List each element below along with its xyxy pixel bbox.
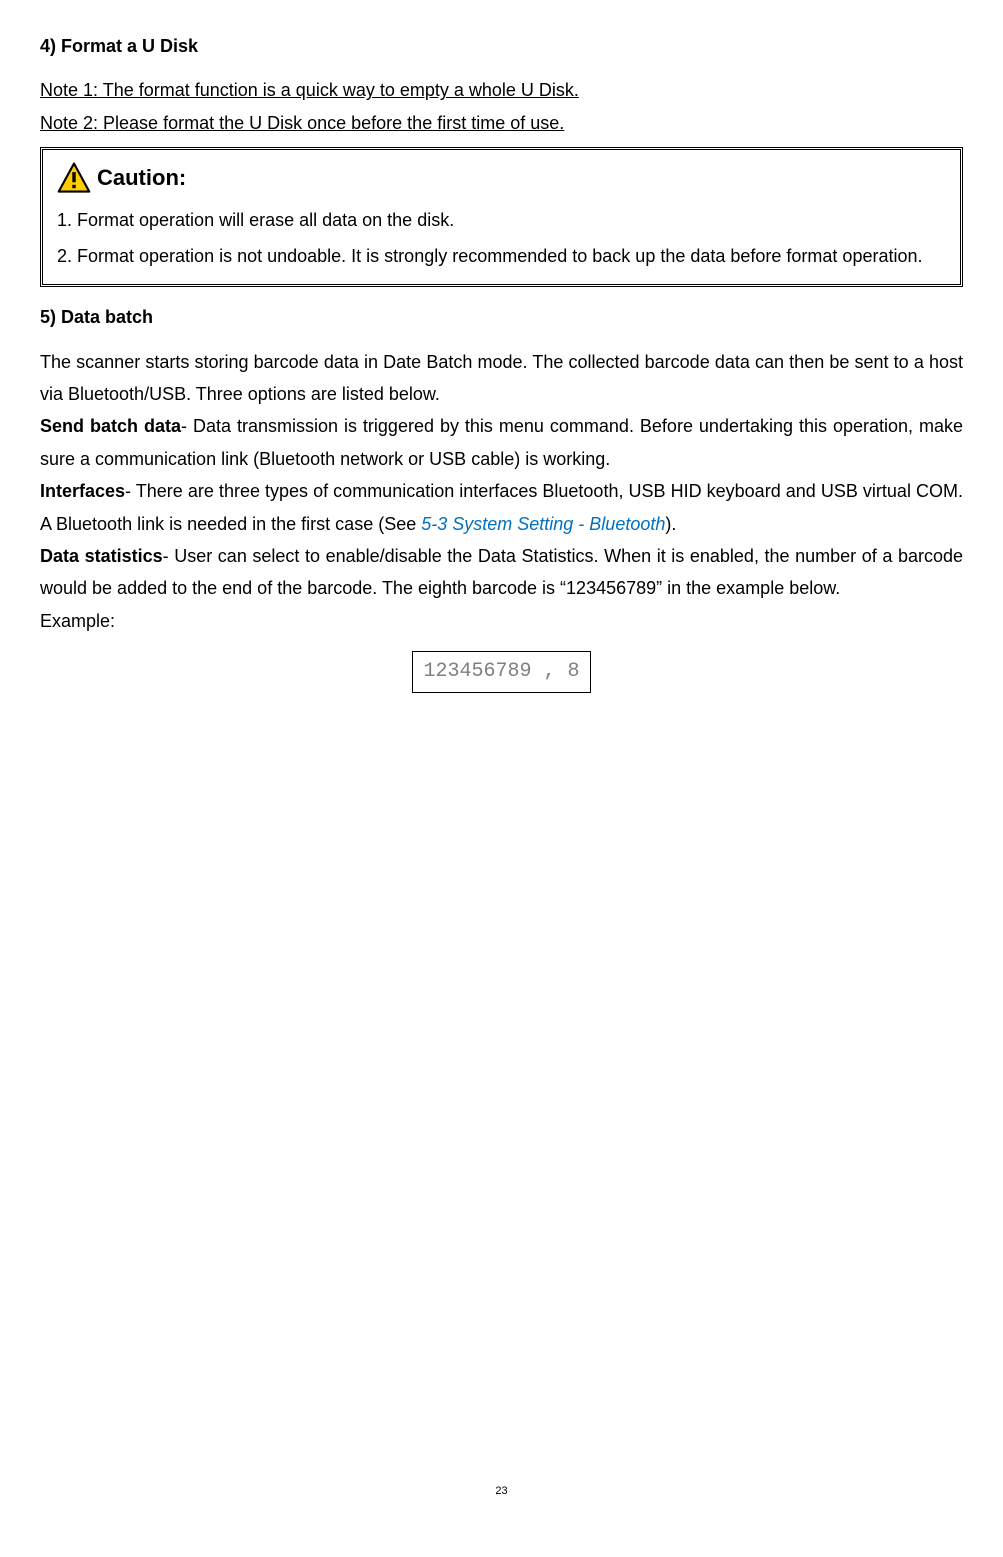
data-statistics-label: Data statistics (40, 546, 163, 566)
note-2: Note 2: Please format the U Disk once be… (40, 107, 963, 139)
caution-item-2: 2. Format operation is not undoable. It … (57, 238, 946, 274)
interfaces-link[interactable]: 5-3 System Setting - Bluetooth (421, 514, 665, 534)
caution-header: Caution: (57, 156, 946, 200)
interfaces-paragraph: Interfaces- There are three types of com… (40, 475, 963, 540)
send-batch-paragraph: Send batch data- Data transmission is tr… (40, 410, 963, 475)
interfaces-label: Interfaces (40, 481, 125, 501)
note-1: Note 1: The format function is a quick w… (40, 74, 963, 106)
example-wrapper: 123456789 , 8 (40, 651, 963, 693)
section-4-heading: 4) Format a U Disk (40, 30, 963, 62)
section-5-intro: The scanner starts storing barcode data … (40, 346, 963, 411)
data-statistics-text: - User can select to enable/disable the … (40, 546, 963, 598)
interfaces-text-2: ). (665, 514, 676, 534)
send-batch-label: Send batch data (40, 416, 181, 436)
data-statistics-paragraph: Data statistics- User can select to enab… (40, 540, 963, 605)
example-box: 123456789 , 8 (412, 651, 590, 693)
page-container: 4) Format a U Disk Note 1: The format fu… (40, 30, 963, 1520)
caution-title: Caution: (97, 156, 186, 200)
caution-box: Caution: 1. Format operation will erase … (40, 147, 963, 287)
page-number: 23 (40, 1482, 963, 1502)
warning-triangle-icon (57, 161, 91, 195)
section-5-heading: 5) Data batch (40, 301, 963, 333)
example-label: Example: (40, 605, 963, 637)
caution-item-1: 1. Format operation will erase all data … (57, 202, 946, 238)
